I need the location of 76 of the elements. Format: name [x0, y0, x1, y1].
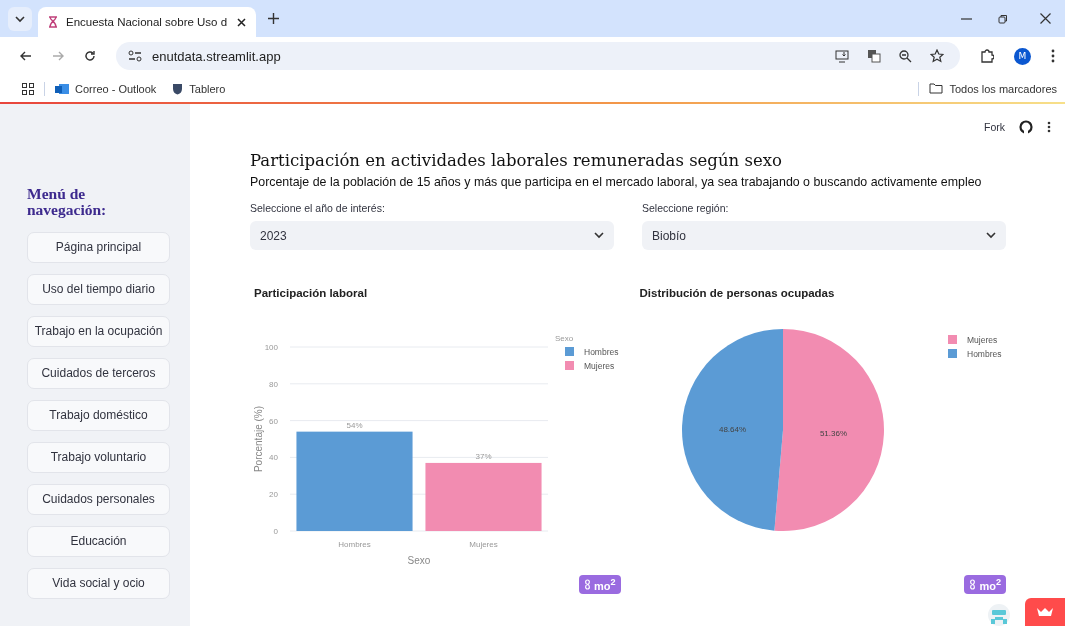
nav-button[interactable]: Vida social y ocio	[27, 567, 170, 599]
x-axis-title: Sexo	[407, 555, 431, 566]
shield-icon	[172, 82, 184, 95]
chevron-down-icon	[15, 14, 25, 23]
site-settings-icon[interactable]	[128, 50, 142, 62]
badge[interactable]: mo$^{2}$	[964, 575, 1006, 594]
address-bar[interactable]: enutdata.streamlit.app	[116, 42, 960, 70]
y-tick-label: 40	[269, 453, 278, 463]
reload-icon[interactable]	[84, 50, 96, 62]
folder-icon	[929, 83, 944, 94]
nav-button[interactable]: Cuidados personales	[27, 483, 170, 515]
star-icon[interactable]	[930, 49, 944, 63]
tab-title: Encuesta Nacional sobre Uso d	[66, 16, 229, 28]
fork-link[interactable]: Fork	[984, 121, 1005, 133]
chevron-down-icon	[594, 232, 604, 239]
link-icon	[583, 578, 591, 590]
profile-avatar[interactable]: M	[1014, 47, 1031, 65]
legend-label: Mujeres	[966, 335, 997, 345]
nav-button[interactable]: Trabajo doméstico	[27, 399, 170, 431]
hourglass-icon	[48, 16, 58, 28]
select-dropdown[interactable]: Biobío	[642, 221, 1006, 250]
bookmark[interactable]: Correo - Outlook	[55, 82, 157, 95]
minimize-icon[interactable]	[961, 17, 972, 20]
y-axis-title: Porcentaje (%)	[253, 405, 264, 473]
slice-value-label: 48.64%	[718, 424, 746, 434]
install-app-icon[interactable]	[835, 49, 849, 63]
legend-label: Mujeres	[584, 361, 615, 371]
select-label: Seleccione región:	[642, 202, 730, 214]
select-dropdown[interactable]: 2023	[250, 221, 614, 250]
nav-button[interactable]: Trabajo en la ocupación	[27, 315, 170, 347]
chart-title: Distribución de personas ocupadas	[638, 287, 836, 301]
close-icon[interactable]	[237, 17, 246, 27]
more-icon[interactable]	[1047, 121, 1051, 133]
bookmark[interactable]: Tablero	[172, 82, 226, 95]
nav-button[interactable]: Cuidados de terceros	[27, 357, 170, 389]
mail-icon	[55, 82, 69, 95]
new-tab-icon[interactable]	[268, 13, 279, 24]
chart-title: Participación laboral	[253, 287, 369, 301]
page-title: Participación en actividades laborales remuneradas según sexo	[250, 151, 783, 170]
sidebar-title: Menú de navegación:	[27, 186, 108, 219]
select-label: Seleccione el año de interés:	[250, 202, 386, 214]
x-tick-label: Hombres	[338, 540, 371, 549]
y-tick-label: 0	[273, 527, 278, 536]
chevron-down-icon	[986, 232, 996, 239]
y-tick-label: 80	[269, 379, 278, 389]
bar-value-label: 54%	[346, 420, 363, 430]
legend-label: Hombres	[584, 347, 619, 357]
y-tick-label: 100	[264, 343, 278, 352]
restore-icon[interactable]	[998, 13, 1008, 24]
hosted-badge[interactable]	[1025, 598, 1065, 626]
browser-tab[interactable]: Encuesta Nacional sobre Uso d	[38, 7, 256, 37]
y-tick-label: 60	[269, 416, 278, 426]
y-tick-label: 20	[269, 490, 278, 500]
apps-icon[interactable]	[22, 82, 34, 95]
legend-label: Hombres	[966, 349, 1001, 359]
bar-value-label: 37%	[475, 451, 492, 461]
nav-button[interactable]: Trabajo voluntario	[27, 441, 170, 473]
nav-button[interactable]: Página principal	[27, 231, 170, 263]
slice-value-label: 51.36%	[819, 429, 847, 439]
tab-list-button[interactable]	[8, 6, 32, 31]
nav-button[interactable]: Educación	[27, 525, 170, 557]
x-tick-label: Mujeres	[469, 540, 498, 549]
extensions-icon[interactable]	[980, 49, 994, 63]
crown-icon	[1036, 607, 1054, 617]
translate-icon[interactable]	[867, 49, 881, 63]
back-icon[interactable]	[20, 51, 32, 61]
legend-title: Sexo	[555, 334, 574, 343]
zoom-icon[interactable]	[899, 49, 912, 63]
badge[interactable]: mo$^{2}$	[578, 575, 621, 594]
page-subtitle: Porcentaje de la población de 15 años y más que participa en el mercado laboral, ya sea trabajando o buscando activamente empleo	[250, 175, 983, 189]
close-icon[interactable]	[1040, 13, 1051, 24]
more-icon[interactable]	[1051, 49, 1055, 63]
link-icon	[969, 578, 977, 590]
all-bookmarks-button[interactable]: Todos los marcadores	[929, 82, 1057, 95]
github-icon[interactable]	[1019, 120, 1033, 134]
nav-button[interactable]: Uso del tiempo diario	[27, 273, 170, 305]
